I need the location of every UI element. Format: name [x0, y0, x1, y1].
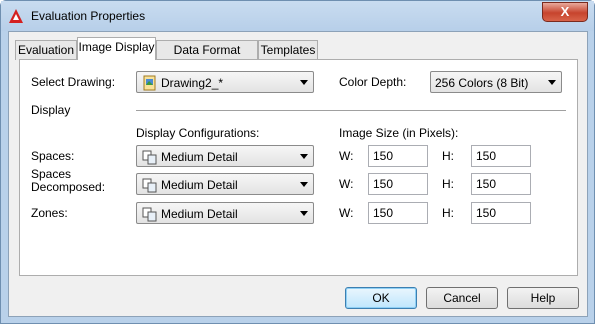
zones-w-label: W:	[339, 206, 354, 220]
display-configuration-icon	[142, 178, 157, 193]
image-size-header: Image Size (in Pixels):	[339, 126, 459, 140]
chevron-down-icon	[548, 80, 556, 85]
spaces-decomposed-h-label: H:	[442, 177, 454, 191]
chevron-down-icon	[300, 182, 308, 187]
tab-evaluation[interactable]: Evaluation	[15, 40, 77, 60]
zones-config-dropdown[interactable]: Medium Detail	[136, 202, 314, 224]
tab-templates[interactable]: Templates	[258, 40, 318, 60]
display-separator	[136, 110, 566, 111]
spaces-decomposed-config-value: Medium Detail	[161, 178, 238, 192]
chevron-down-icon	[300, 80, 308, 85]
dialog-window: Evaluation Properties X Evaluation Image…	[0, 0, 595, 324]
zones-width-input[interactable]: 150	[368, 202, 428, 224]
help-button[interactable]: Help	[507, 287, 579, 309]
select-drawing-dropdown[interactable]: Drawing2_*	[136, 71, 314, 93]
display-group-label: Display	[31, 103, 71, 117]
title-bar[interactable]: Evaluation Properties X	[1, 1, 594, 31]
window-title: Evaluation Properties	[31, 9, 146, 23]
dialog-client-area: Evaluation Image Display Data Format Sty…	[8, 31, 588, 317]
spaces-decomposed-config-dropdown[interactable]: Medium Detail	[136, 173, 314, 195]
select-drawing-label: Select Drawing:	[31, 75, 116, 89]
chevron-down-icon	[300, 154, 308, 159]
image-display-panel: Select Drawing: Drawing2_* Color Depth: …	[19, 59, 578, 276]
spaces-w-label: W:	[339, 149, 354, 163]
ok-button[interactable]: OK	[345, 287, 417, 309]
cancel-button[interactable]: Cancel	[426, 287, 498, 309]
spaces-config-dropdown[interactable]: Medium Detail	[136, 145, 314, 167]
chevron-down-icon	[300, 211, 308, 216]
display-configuration-icon	[142, 150, 157, 165]
color-depth-dropdown[interactable]: 256 Colors (8 Bit)	[430, 71, 562, 93]
zones-config-value: Medium Detail	[161, 207, 238, 221]
spaces-height-input[interactable]: 150	[471, 145, 531, 167]
display-configurations-header: Display Configurations:	[136, 126, 260, 140]
spaces-decomposed-height-input[interactable]: 150	[471, 173, 531, 195]
spaces-width-input[interactable]: 150	[368, 145, 428, 167]
spaces-decomposed-w-label: W:	[339, 177, 354, 191]
display-configuration-icon	[142, 207, 157, 222]
spaces-h-label: H:	[442, 149, 454, 163]
spaces-decomposed-label: Spaces Decomposed:	[31, 167, 106, 194]
drawing-value: Drawing2_*	[161, 76, 224, 90]
color-depth-value: 256 Colors (8 Bit)	[435, 76, 529, 90]
close-button[interactable]: X	[542, 2, 588, 22]
spaces-decomposed-width-input[interactable]: 150	[368, 173, 428, 195]
zones-height-input[interactable]: 150	[471, 202, 531, 224]
tab-image-display[interactable]: Image Display	[77, 37, 156, 60]
autocad-a-icon	[9, 9, 23, 23]
color-depth-label: Color Depth:	[339, 75, 407, 89]
drawing-file-icon	[143, 75, 156, 91]
zones-label: Zones:	[31, 206, 68, 220]
zones-h-label: H:	[442, 206, 454, 220]
spaces-config-value: Medium Detail	[161, 150, 238, 164]
tab-data-format-styles[interactable]: Data Format Styles	[156, 40, 258, 75]
spaces-label: Spaces:	[31, 149, 75, 163]
